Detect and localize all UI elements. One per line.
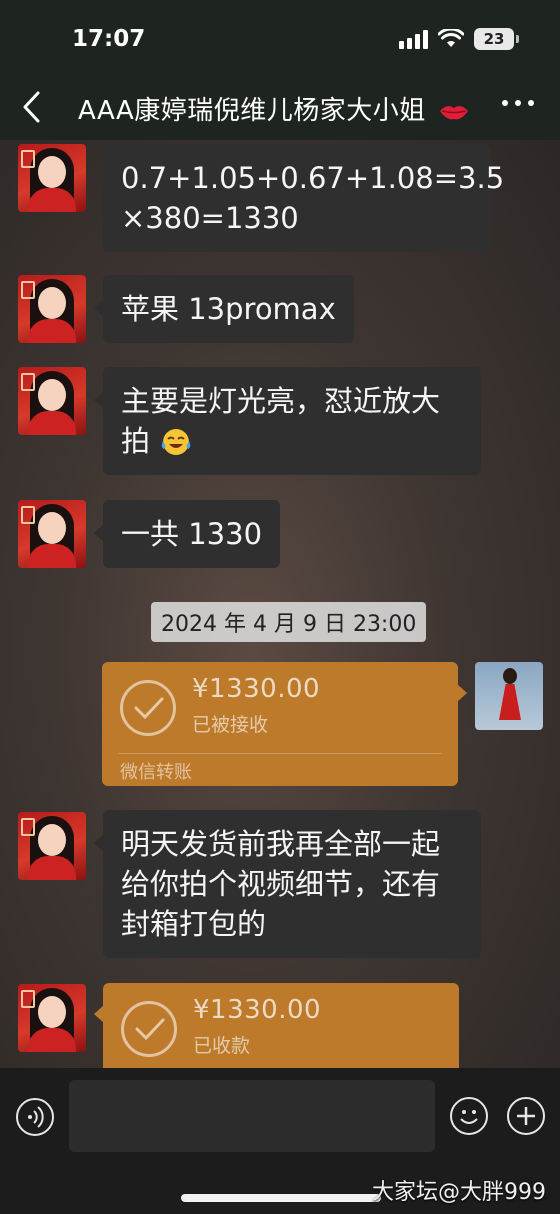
message-line: 0.7+1.05+0.67+1.08=3.5: [121, 161, 505, 195]
emoji-icon: [460, 1110, 478, 1124]
avatar[interactable]: [18, 367, 86, 435]
status-icons: 23: [399, 28, 519, 50]
chat-title: AAA康婷瑞倪维儿杨家大小姐: [78, 90, 469, 127]
avatar-self[interactable]: [475, 662, 543, 730]
transfer-amount: ¥1330.00: [193, 995, 322, 1025]
message-line: 拍: [121, 424, 151, 458]
emoji-button[interactable]: [450, 1097, 488, 1135]
plus-icon: [517, 1107, 535, 1125]
avatar[interactable]: [18, 984, 86, 1052]
avatar[interactable]: [18, 812, 86, 880]
message-bubble[interactable]: 0.7+1.05+0.67+1.08=3.5 ×380=1330: [94, 144, 505, 252]
check-icon: [120, 680, 176, 736]
divider: [118, 753, 442, 754]
wifi-icon: [438, 29, 464, 47]
voice-button[interactable]: [16, 1098, 54, 1136]
battery-icon: 23: [474, 28, 519, 50]
message-bubble[interactable]: 苹果 13promax: [94, 275, 354, 343]
transfer-footer: 微信转账: [120, 762, 192, 783]
message-line: 封箱打包的: [121, 907, 267, 941]
lips-icon: [439, 105, 468, 119]
message-line: 明天发货前我再全部一起: [121, 827, 441, 861]
more-options-icon[interactable]: [502, 100, 534, 106]
message-line: ×380=1330: [121, 201, 299, 235]
avatar[interactable]: [18, 500, 86, 568]
back-icon[interactable]: [20, 90, 44, 124]
transfer-amount: ¥1330.00: [192, 674, 321, 704]
avatar[interactable]: [18, 144, 86, 212]
voice-icon: [28, 1106, 44, 1128]
home-indicator[interactable]: [181, 1194, 381, 1202]
message-bubble[interactable]: 一共 1330: [93, 500, 281, 568]
transfer-status: 已收款: [193, 1035, 251, 1057]
status-time: 17:07: [72, 26, 146, 52]
plus-button[interactable]: [507, 1097, 545, 1135]
chat-title-text: AAA康婷瑞倪维儿杨家大小姐: [78, 96, 426, 126]
watermark: 大家坛@大胖999: [372, 1180, 546, 1205]
avatar[interactable]: [18, 275, 86, 343]
top-bar: 17:07 23 AAA康婷瑞倪维儿杨家大小姐: [0, 0, 560, 140]
transfer-card[interactable]: ¥1330.00 已被接收 微信转账: [102, 662, 467, 786]
message-bubble[interactable]: 主要是灯光亮，怼近放大 拍: [94, 367, 481, 475]
message-line: 主要是灯光亮，怼近放大: [121, 384, 441, 418]
transfer-status: 已被接收: [192, 714, 269, 736]
time-separator: 2024 年 4 月 9 日 23:00: [151, 602, 427, 642]
signal-icon: [399, 29, 428, 49]
message-line: 苹果 13promax: [121, 292, 336, 326]
message-bubble[interactable]: 明天发货前我再全部一起 给你拍个视频细节，还有 封箱打包的: [94, 810, 481, 958]
message-line: 给你拍个视频细节，还有: [121, 867, 441, 901]
chat-area[interactable]: 0.7+1.05+0.67+1.08=3.5 ×380=1330 苹果 13pr…: [0, 140, 560, 1068]
crying-laughing-emoji-icon: [161, 429, 191, 455]
message-line: 一共 1330: [121, 517, 263, 551]
message-input[interactable]: [69, 1080, 435, 1152]
transfer-card[interactable]: ¥1330.00 已收款: [94, 983, 459, 1068]
check-icon: [121, 1001, 177, 1057]
